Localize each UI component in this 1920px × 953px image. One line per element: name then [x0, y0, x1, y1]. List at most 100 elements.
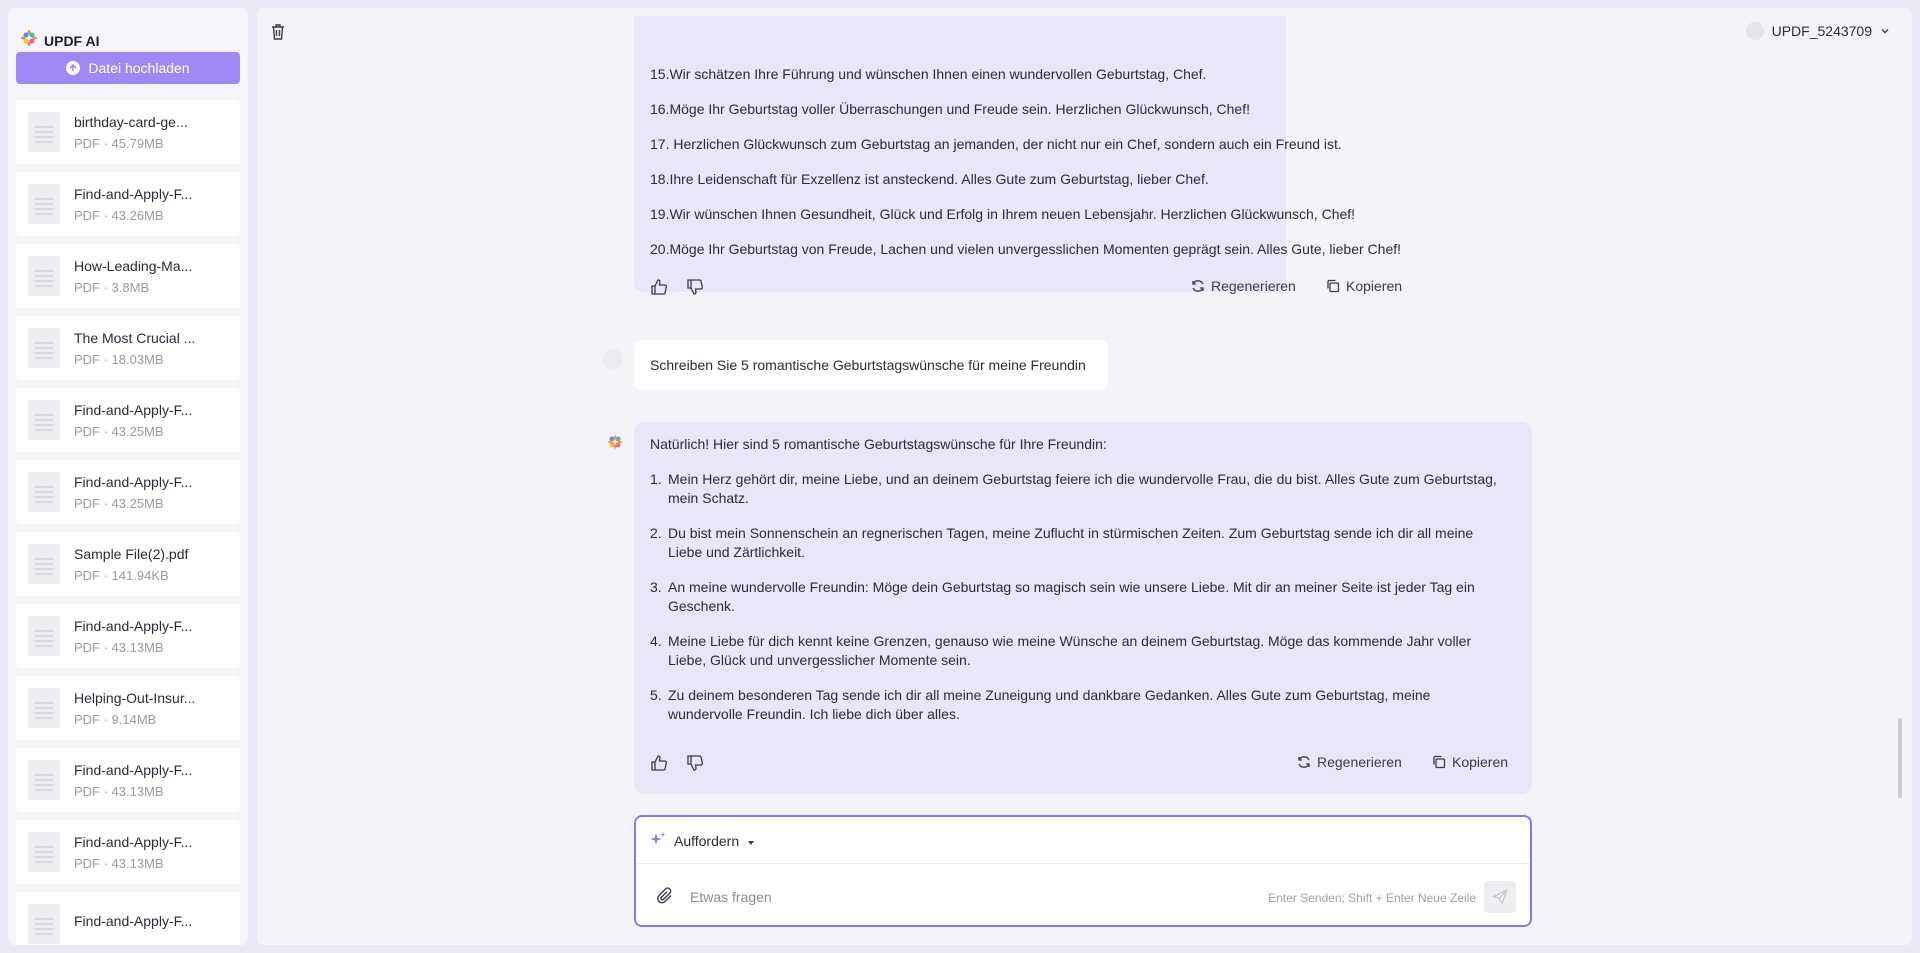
- file-item[interactable]: Find-and-Apply-F... PDF · 43.13MB: [16, 820, 240, 884]
- caret-down-icon: [747, 833, 755, 849]
- file-item[interactable]: Find-and-Apply-F... PDF · 43.25MB: [16, 460, 240, 524]
- file-name: Find-and-Apply-F...: [74, 185, 193, 202]
- copy-label: Kopieren: [1346, 278, 1403, 294]
- sparkle-icon: [650, 831, 666, 850]
- file-name: birthday-card-ge...: [74, 113, 188, 130]
- copy-icon: [1433, 755, 1446, 769]
- list-item: 4. Meine Liebe für dich kennt keine Gren…: [650, 632, 1510, 670]
- file-name: Helping-Out-Insur...: [74, 689, 196, 706]
- copy-button[interactable]: Kopieren: [1326, 278, 1402, 294]
- thumbs-down-icon[interactable]: [686, 754, 704, 777]
- file-item[interactable]: How-Leading-Ma... PDF · 3.8MB: [16, 244, 240, 308]
- pdf-file-icon: [28, 112, 60, 152]
- ai-message-intro: Natürlich! Hier sind 5 romantische Gebur…: [650, 436, 1107, 452]
- file-name: Find-and-Apply-F...: [74, 401, 193, 418]
- regenerate-button[interactable]: Regenerieren: [1191, 278, 1296, 294]
- ai-message-line: 18.Ihre Leidenschaft für Exzellenz ist a…: [650, 171, 1209, 187]
- pdf-file-icon: [28, 400, 60, 440]
- file-meta: PDF · 43.25MB: [74, 423, 164, 439]
- file-meta: PDF · 9.14MB: [74, 711, 157, 727]
- list-text: Liebe, Glück und unvergesslicher Momente…: [668, 652, 971, 668]
- regenerate-button[interactable]: Regenerieren: [1297, 754, 1402, 770]
- list-text: Liebe und Zärtlichkeit.: [668, 544, 805, 560]
- list-item: 1. Mein Herz gehört dir, meine Liebe, un…: [650, 470, 1510, 508]
- refresh-icon: [1192, 280, 1204, 292]
- ai-message: Natürlich! Hier sind 5 romantische Gebur…: [634, 422, 1532, 794]
- user-avatar: [603, 349, 623, 369]
- prompt-mode-dropdown[interactable]: Auffordern: [650, 831, 755, 850]
- chat-scrollbar[interactable]: [1898, 718, 1902, 798]
- chat-composer: Auffordern Enter Senden; Shift + Enter N…: [634, 815, 1532, 927]
- file-item[interactable]: birthday-card-ge... PDF · 45.79MB: [16, 100, 240, 164]
- brand: UPDF AI: [19, 28, 99, 51]
- file-meta: PDF · 43.25MB: [74, 495, 164, 511]
- list-number: 5.: [650, 687, 662, 703]
- ai-message-line: 15.Wir schätzen Ihre Führung und wünsche…: [650, 66, 1207, 82]
- file-meta: PDF · 43.13MB: [74, 783, 164, 799]
- list-text: Geschenk.: [668, 598, 735, 614]
- list-text: mein Schatz.: [668, 490, 749, 506]
- file-meta: PDF · 43.13MB: [74, 855, 164, 871]
- refresh-icon: [1298, 756, 1310, 768]
- divider: [636, 863, 1530, 864]
- copy-icon: [1327, 279, 1340, 293]
- paperclip-icon[interactable]: [656, 887, 674, 910]
- upload-icon: [66, 61, 81, 75]
- ai-avatar-icon: [607, 434, 623, 455]
- ai-message-line: 16.Möge Ihr Geburtstag voller Überraschu…: [650, 101, 1250, 117]
- user-menu[interactable]: UPDF_5243709: [1745, 22, 1890, 40]
- list-text: Du bist mein Sonnenschein an regnerische…: [668, 525, 1474, 541]
- file-item[interactable]: Find-and-Apply-F...: [16, 892, 240, 945]
- pdf-file-icon: [28, 184, 60, 224]
- file-meta: PDF · 141.94KB: [74, 567, 169, 583]
- ai-message-line: 20.Möge Ihr Geburtstag von Freude, Lache…: [650, 241, 1402, 257]
- chevron-down-icon: [1880, 23, 1890, 39]
- pdf-file-icon: [28, 904, 60, 944]
- user-message-text: Schreiben Sie 5 romantische Geburtstagsw…: [650, 357, 1086, 373]
- list-number: 1.: [650, 471, 662, 487]
- pdf-file-icon: [28, 832, 60, 872]
- file-item[interactable]: Find-and-Apply-F... PDF · 43.26MB: [16, 172, 240, 236]
- avatar: [1745, 22, 1764, 40]
- thumbs-up-icon[interactable]: [650, 278, 668, 301]
- ai-message: 15.Wir schätzen Ihre Führung und wünsche…: [634, 16, 1402, 295]
- upload-file-button[interactable]: Datei hochladen: [16, 52, 240, 84]
- send-icon: [1492, 889, 1508, 905]
- pdf-file-icon: [28, 472, 60, 512]
- message-actions: Regenerieren Kopieren: [634, 754, 1532, 774]
- list-text: Zu deinem besonderen Tag sende ich dir a…: [668, 687, 1431, 703]
- send-button[interactable]: [1484, 881, 1516, 913]
- file-name: Find-and-Apply-F...: [74, 473, 193, 490]
- message-actions: Regenerieren Kopieren: [634, 278, 1402, 301]
- list-item: 5. Zu deinem besonderen Tag sende ich di…: [650, 686, 1510, 724]
- file-item[interactable]: The Most Crucial ... PDF · 18.03MB: [16, 316, 240, 380]
- file-name: How-Leading-Ma...: [74, 257, 193, 274]
- file-name: Find-and-Apply-F...: [74, 617, 193, 634]
- prompt-mode-label: Auffordern: [674, 832, 740, 849]
- chat-panel: UPDF_5243709 15.Wir schätzen Ihre Führun…: [257, 8, 1912, 945]
- pdf-file-icon: [28, 544, 60, 584]
- send-hint: Enter Senden; Shift + Enter Neue Zeile: [1268, 891, 1476, 905]
- pdf-file-icon: [28, 256, 60, 296]
- thumbs-down-icon[interactable]: [686, 278, 704, 301]
- regenerate-label: Regenerieren: [1211, 278, 1296, 294]
- file-name: Find-and-Apply-F...: [74, 833, 193, 850]
- copy-label: Kopieren: [1452, 754, 1509, 770]
- copy-button[interactable]: Kopieren: [1432, 754, 1508, 770]
- trash-icon[interactable]: [271, 24, 285, 45]
- file-meta: PDF · 43.13MB: [74, 639, 164, 655]
- file-name: Find-and-Apply-F...: [74, 913, 193, 929]
- file-item[interactable]: Find-and-Apply-F... PDF · 43.13MB: [16, 604, 240, 668]
- pdf-file-icon: [28, 688, 60, 728]
- file-item[interactable]: Sample File(2).pdf PDF · 141.94KB: [16, 532, 240, 596]
- file-name: The Most Crucial ...: [74, 329, 196, 346]
- updf-ai-logo-icon: [19, 28, 39, 51]
- file-item[interactable]: Find-and-Apply-F... PDF · 43.13MB: [16, 748, 240, 812]
- list-text: Mein Herz gehört dir, meine Liebe, und a…: [668, 471, 1497, 487]
- user-message: Schreiben Sie 5 romantische Geburtstagsw…: [634, 340, 1108, 390]
- file-item[interactable]: Find-and-Apply-F... PDF · 43.25MB: [16, 388, 240, 452]
- file-item[interactable]: Helping-Out-Insur... PDF · 9.14MB: [16, 676, 240, 740]
- thumbs-up-icon[interactable]: [650, 754, 668, 777]
- list-item: 2. Du bist mein Sonnenschein an regneris…: [650, 524, 1510, 562]
- ask-input[interactable]: [690, 883, 1250, 911]
